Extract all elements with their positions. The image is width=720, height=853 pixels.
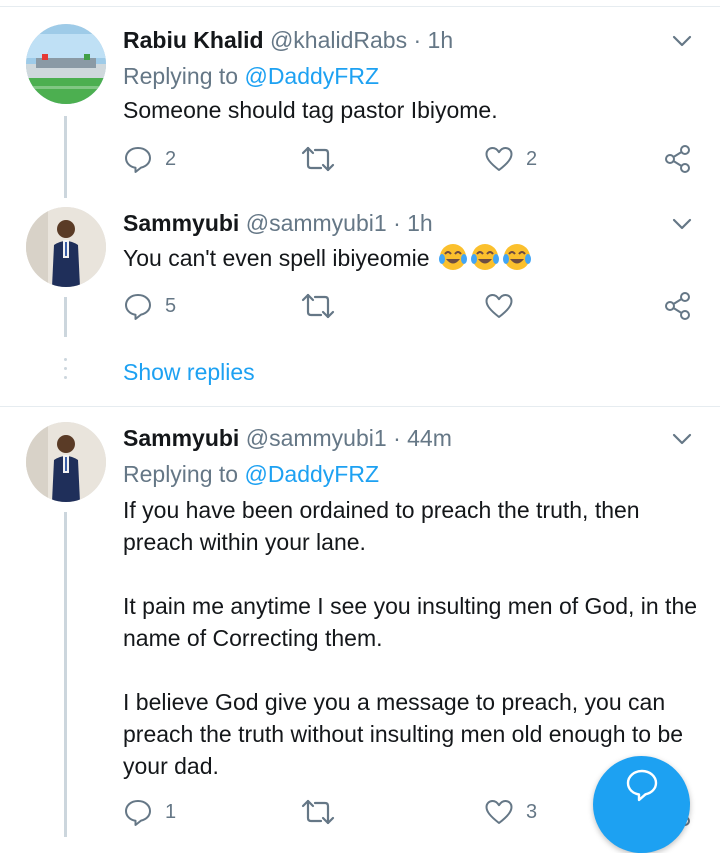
retweet-button[interactable] xyxy=(301,289,335,323)
reply-icon xyxy=(125,294,151,320)
tweet-text: If you have been ordained to preach the … xyxy=(123,494,703,782)
tweet-text-content: You can't even spell ibiyeomie xyxy=(123,245,430,271)
tweet-header: Sammyubi @sammyubi1 · 1h xyxy=(123,209,433,237)
share-button[interactable] xyxy=(663,142,693,176)
heart-icon xyxy=(485,147,513,171)
tweet-text: You can't even spell ibiyeomie xyxy=(123,242,703,274)
chevron-down-icon[interactable] xyxy=(671,213,693,235)
author-handle[interactable]: @sammyubi1 xyxy=(246,425,387,451)
retweet-icon xyxy=(301,146,335,172)
thread-divider xyxy=(0,406,720,407)
person-avatar-image xyxy=(26,207,106,287)
compose-reply-button[interactable] xyxy=(593,756,690,853)
tweet-header: Sammyubi @sammyubi1 · 44m xyxy=(123,424,452,452)
like-count: 3 xyxy=(526,800,538,823)
replying-to: Replying to @DaddyFRZ xyxy=(123,460,379,488)
timestamp[interactable]: 1h xyxy=(428,27,454,53)
mention-link[interactable]: @DaddyFRZ xyxy=(244,461,379,487)
tears-of-joy-emoji-icon xyxy=(438,244,467,270)
author-name[interactable]: Sammyubi xyxy=(123,425,239,451)
timestamp[interactable]: 1h xyxy=(407,210,433,236)
thread-line xyxy=(64,297,67,337)
reply-count: 2 xyxy=(165,147,177,170)
chevron-down-icon[interactable] xyxy=(671,30,693,52)
thread-line xyxy=(64,116,67,198)
author-handle[interactable]: @khalidRabs xyxy=(270,27,407,53)
separator-dot: · xyxy=(413,27,422,53)
stadium-avatar-image xyxy=(26,24,106,104)
tweet-header: Rabiu Khalid @khalidRabs · 1h xyxy=(123,26,453,54)
reply-button[interactable]: 2 xyxy=(123,142,176,176)
replying-to-label: Replying to xyxy=(123,63,239,89)
separator-dot: · xyxy=(393,425,401,451)
replying-to: Replying to @DaddyFRZ xyxy=(123,62,379,90)
like-button[interactable]: 2 xyxy=(484,142,537,176)
tweet-actions: 2 2 xyxy=(123,142,703,176)
heart-icon xyxy=(485,294,513,318)
heart-icon xyxy=(485,800,513,824)
share-icon xyxy=(665,292,690,320)
like-button[interactable]: 3 xyxy=(484,795,537,829)
tears-of-joy-emoji-icon xyxy=(502,244,531,270)
like-count: 2 xyxy=(526,147,538,170)
compose-reply-icon xyxy=(626,769,657,801)
tweet-actions: 5 xyxy=(123,289,703,323)
separator-dot: · xyxy=(393,210,401,236)
replying-to-label: Replying to xyxy=(123,461,239,487)
tears-of-joy-emoji-icon xyxy=(470,244,499,270)
show-replies-link[interactable]: Show replies xyxy=(123,358,255,386)
retweet-icon xyxy=(301,293,335,319)
thread-dots xyxy=(64,358,67,385)
author-name[interactable]: Sammyubi xyxy=(123,210,239,236)
timestamp[interactable]: 44m xyxy=(407,425,452,451)
chevron-down-icon[interactable] xyxy=(671,428,693,450)
share-icon xyxy=(665,145,690,173)
retweet-button[interactable] xyxy=(301,142,335,176)
top-divider xyxy=(0,6,720,7)
tweet-paragraph: Someone should tag pastor Ibiyome. xyxy=(123,97,498,123)
like-button[interactable] xyxy=(484,289,514,323)
mention-link[interactable]: @DaddyFRZ xyxy=(244,63,379,89)
person-avatar-image xyxy=(26,422,106,502)
tweet-paragraph: It pain me anytime I see you insulting m… xyxy=(123,593,698,651)
author-name[interactable]: Rabiu Khalid xyxy=(123,27,264,53)
tweet-paragraph: If you have been ordained to preach the … xyxy=(123,497,640,555)
reply-icon xyxy=(125,147,151,173)
retweet-button[interactable] xyxy=(301,795,335,829)
reply-count: 5 xyxy=(165,294,177,317)
retweet-icon xyxy=(301,799,335,825)
share-button[interactable] xyxy=(663,289,693,323)
avatar[interactable] xyxy=(26,422,106,502)
tweet-text: Someone should tag pastor Ibiyome. xyxy=(123,94,703,126)
reply-button[interactable]: 1 xyxy=(123,795,176,829)
tweet-paragraph: You can't even spell ibiyeomie xyxy=(123,242,703,274)
reply-button[interactable]: 5 xyxy=(123,289,176,323)
reply-icon xyxy=(125,800,151,826)
thread-line xyxy=(64,512,67,837)
author-handle[interactable]: @sammyubi1 xyxy=(246,210,387,236)
reply-count: 1 xyxy=(165,800,177,823)
avatar[interactable] xyxy=(26,24,106,104)
avatar[interactable] xyxy=(26,207,106,287)
